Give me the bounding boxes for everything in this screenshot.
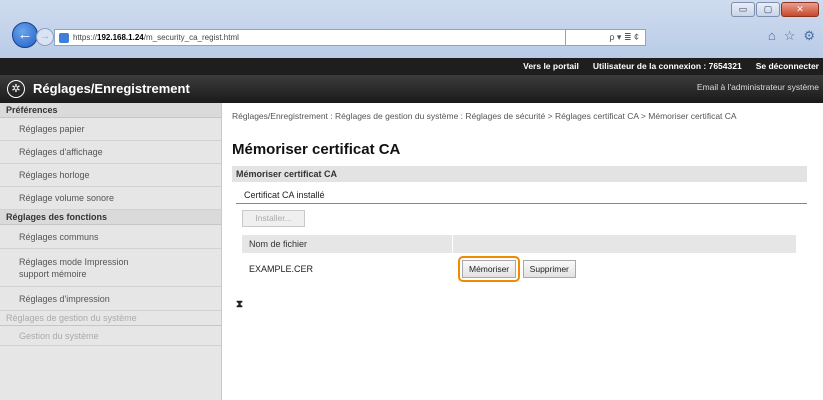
minimize-button[interactable]: ▭	[731, 2, 755, 17]
url-path: /m_security_ca_regist.html	[143, 33, 239, 42]
user-bar: Vers le portail Utilisateur de la connex…	[0, 58, 823, 75]
forward-button[interactable]: →	[36, 28, 54, 46]
close-button[interactable]: ✕	[781, 2, 819, 17]
store-button[interactable]: Mémoriser	[462, 260, 517, 278]
maximize-button[interactable]: ▢	[756, 2, 780, 17]
sidebar-item-common[interactable]: Réglages communs	[0, 225, 221, 249]
sidebar-item-volume[interactable]: Réglage volume sonore	[0, 187, 221, 210]
address-bar[interactable]: https://192.168.1.24/m_security_ca_regis…	[54, 29, 566, 46]
section-title: Mémoriser certificat CA	[232, 166, 807, 182]
sidebar: Préférences Réglages papier Réglages d'a…	[0, 103, 222, 400]
url-prefix: https://	[73, 33, 98, 42]
column-header-actions	[452, 235, 797, 253]
browser-chrome: ▭ ▢ ✕ ← → https://192.168.1.24/m_securit…	[0, 0, 823, 58]
app-header: ✲ Réglages/Enregistrement Email à l'admi…	[0, 75, 823, 103]
email-admin-link[interactable]: Email à l'administrateur système	[697, 82, 819, 92]
main-content: Réglages/Enregistrement : Réglages de ge…	[232, 103, 823, 400]
logout-link[interactable]: Se déconnecter	[756, 61, 819, 71]
delete-button[interactable]: Supprimer	[522, 260, 576, 278]
divider	[236, 203, 807, 204]
favicon-icon	[59, 33, 69, 43]
filename-cell: EXAMPLE.CER	[249, 264, 314, 274]
actions-cell: Mémoriser Supprimer	[452, 253, 797, 285]
table-row: EXAMPLE.CER Mémoriser Supprimer	[242, 253, 797, 285]
sidebar-item-memory-print[interactable]: Réglages mode Impression support mémoire	[0, 249, 221, 287]
portal-link[interactable]: Vers le portail	[523, 61, 579, 71]
column-header-filename: Nom de fichier	[242, 235, 453, 253]
settings-logo-icon: ✲	[7, 80, 25, 98]
address-tools[interactable]: ρ ▾ ≣ ¢	[566, 29, 646, 46]
sidebar-item-clock[interactable]: Réglages horloge	[0, 164, 221, 187]
login-user-label: Utilisateur de la connexion : 7654321	[592, 61, 742, 71]
certificate-table: Nom de fichier EXAMPLE.CER Mémoriser Sup…	[242, 235, 797, 285]
sidebar-section-preferences[interactable]: Préférences	[0, 103, 221, 118]
home-icon[interactable]: ⌂	[768, 28, 776, 44]
page-top-icon[interactable]: ⧗	[236, 299, 243, 310]
table-header-row: Nom de fichier	[242, 235, 797, 253]
install-button[interactable]: Installer...	[242, 210, 305, 227]
sidebar-item-system-management[interactable]: Gestion du système	[0, 326, 221, 346]
favorites-icon[interactable]: ☆	[784, 28, 796, 44]
sidebar-item-print[interactable]: Réglages d'impression	[0, 287, 221, 311]
highlight-outline: Mémoriser	[458, 256, 521, 282]
installed-certificate-heading: Certificat CA installé	[244, 190, 325, 200]
breadcrumb: Réglages/Enregistrement : Réglages de ge…	[232, 111, 737, 121]
url-host: 192.168.1.24	[97, 33, 144, 42]
browser-toolbar: ⌂ ☆ ⚙	[768, 28, 815, 44]
sidebar-item-display[interactable]: Réglages d'affichage	[0, 141, 221, 164]
back-button[interactable]: ←	[12, 22, 38, 48]
sidebar-section-system[interactable]: Réglages de gestion du système	[0, 311, 221, 326]
window-controls: ▭ ▢ ✕	[731, 2, 819, 17]
sidebar-item-paper[interactable]: Réglages papier	[0, 118, 221, 141]
app-title: Réglages/Enregistrement	[33, 81, 190, 96]
page-title: Mémoriser certificat CA	[232, 141, 401, 158]
sidebar-section-functions[interactable]: Réglages des fonctions	[0, 210, 221, 225]
settings-gear-icon[interactable]: ⚙	[803, 28, 815, 44]
